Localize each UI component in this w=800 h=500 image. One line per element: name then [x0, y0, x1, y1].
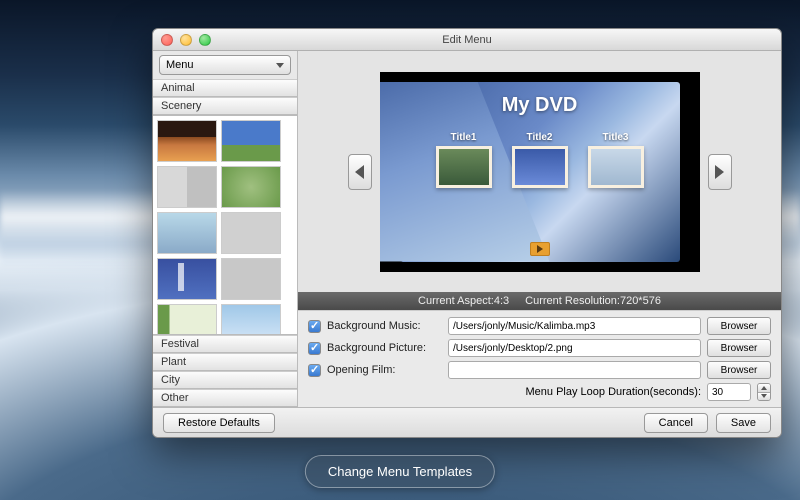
menu-selector[interactable]: Menu [159, 55, 291, 75]
window-footer: Restore Defaults Cancel Save [153, 407, 781, 437]
template-thumb[interactable] [157, 258, 217, 300]
template-thumb[interactable] [157, 120, 217, 162]
titlebar: Edit Menu [153, 29, 781, 51]
play-icon[interactable] [530, 242, 550, 256]
template-thumb[interactable] [221, 120, 281, 162]
category-plant[interactable]: Plant [153, 353, 297, 371]
bg-music-label: Background Music: [327, 320, 442, 332]
dvd-title-item[interactable]: Title1 [436, 132, 492, 188]
bg-picture-browse-button[interactable]: Browser [707, 339, 771, 357]
bg-music-browse-button[interactable]: Browser [707, 317, 771, 335]
dvd-thumb [588, 146, 644, 188]
dvd-title-item[interactable]: Title3 [588, 132, 644, 188]
aspect-status: Current Aspect:4:3 [418, 295, 509, 307]
category-animal[interactable]: Animal [153, 79, 297, 97]
opening-film-label: Opening Film: [327, 364, 442, 376]
dvd-preview: My DVD Title1 Title2 Title3 [380, 72, 700, 272]
duration-stepper[interactable] [757, 383, 771, 401]
template-thumb[interactable] [157, 212, 217, 254]
settings-form: Background Music: Browser Background Pic… [298, 310, 781, 407]
template-thumb[interactable] [221, 304, 281, 335]
template-thumb[interactable] [221, 166, 281, 208]
cancel-button[interactable]: Cancel [644, 413, 708, 433]
sidebar: Menu Animal Scenery Festival Plant City … [153, 51, 298, 407]
change-templates-button[interactable]: Change Menu Templates [305, 455, 495, 488]
preview-area: My DVD Title1 Title2 Title3 [298, 51, 781, 292]
status-bar: Current Aspect:4:3 Current Resolution:72… [298, 292, 781, 310]
opening-film-field[interactable] [448, 361, 701, 379]
category-city[interactable]: City [153, 371, 297, 389]
category-festival[interactable]: Festival [153, 335, 297, 353]
window-title: Edit Menu [153, 34, 781, 46]
chevron-left-icon [355, 165, 364, 179]
dvd-thumb [436, 146, 492, 188]
category-scenery[interactable]: Scenery [153, 97, 297, 115]
prev-button[interactable] [348, 154, 372, 190]
template-thumb[interactable] [157, 304, 217, 335]
dvd-title[interactable]: My DVD [380, 94, 700, 117]
duration-label: Menu Play Loop Duration(seconds): [526, 386, 701, 398]
resolution-status: Current Resolution:720*576 [525, 295, 661, 307]
opening-film-browse-button[interactable]: Browser [707, 361, 771, 379]
duration-field[interactable] [707, 383, 751, 401]
template-thumb[interactable] [221, 212, 281, 254]
template-thumb[interactable] [157, 166, 217, 208]
opening-film-check[interactable] [308, 364, 321, 377]
bg-picture-label: Background Picture: [327, 342, 442, 354]
template-thumbnails [153, 115, 297, 335]
category-other[interactable]: Other [153, 389, 297, 407]
dvd-thumb [512, 146, 568, 188]
menu-selector-label: Menu [166, 59, 194, 71]
template-thumb[interactable] [221, 258, 281, 300]
bg-music-check[interactable] [308, 320, 321, 333]
next-button[interactable] [708, 154, 732, 190]
dvd-title-item[interactable]: Title2 [512, 132, 568, 188]
step-up-icon[interactable] [758, 384, 770, 393]
step-down-icon[interactable] [758, 393, 770, 401]
main-panel: My DVD Title1 Title2 Title3 [298, 51, 781, 407]
save-button[interactable]: Save [716, 413, 771, 433]
restore-defaults-button[interactable]: Restore Defaults [163, 413, 275, 433]
bg-music-field[interactable] [448, 317, 701, 335]
bg-picture-check[interactable] [308, 342, 321, 355]
chevron-right-icon [715, 165, 724, 179]
bg-picture-field[interactable] [448, 339, 701, 357]
edit-menu-window: Edit Menu Menu Animal Scenery Festival [152, 28, 782, 438]
